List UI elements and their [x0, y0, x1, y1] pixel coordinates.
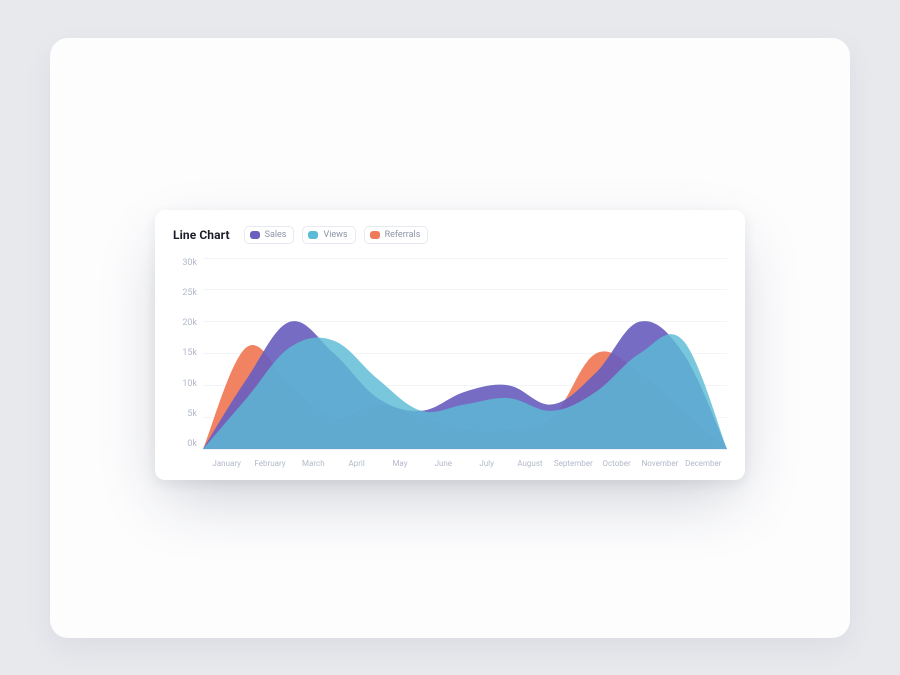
swatch-icon: [250, 231, 260, 239]
x-tick: August: [508, 459, 551, 468]
x-tick: November: [638, 459, 681, 468]
y-tick: 20k: [173, 318, 197, 328]
x-tick: September: [552, 459, 595, 468]
x-tick: July: [465, 459, 508, 468]
legend: Sales Views Referrals: [244, 226, 429, 244]
plot-area: [203, 258, 727, 450]
x-tick: June: [422, 459, 465, 468]
legend-label: Sales: [265, 230, 287, 240]
plot-main: January February March April May June Ju…: [203, 258, 727, 468]
plot: 30k 25k 20k 15k 10k 5k 0k: [173, 258, 727, 468]
x-tick: January: [205, 459, 248, 468]
card-header: Line Chart Sales Views Referrals: [173, 226, 727, 244]
x-tick: December: [682, 459, 725, 468]
x-tick: October: [595, 459, 638, 468]
y-tick: 25k: [173, 288, 197, 298]
swatch-icon: [370, 231, 380, 239]
legend-item-referrals[interactable]: Referrals: [364, 226, 429, 244]
x-axis: January February March April May June Ju…: [203, 450, 727, 468]
x-tick: March: [292, 459, 335, 468]
x-tick: May: [378, 459, 421, 468]
legend-label: Referrals: [385, 230, 421, 240]
chart-card: Line Chart Sales Views Referrals 30k: [155, 210, 745, 480]
y-axis: 30k 25k 20k 15k 10k 5k 0k: [173, 258, 203, 468]
canvas-stage: Line Chart Sales Views Referrals 30k: [50, 38, 850, 638]
card-title: Line Chart: [173, 228, 230, 242]
y-tick: 15k: [173, 348, 197, 358]
swatch-icon: [308, 231, 318, 239]
chart-svg: [203, 258, 727, 449]
legend-label: Views: [323, 230, 347, 240]
y-tick: 10k: [173, 379, 197, 389]
legend-item-sales[interactable]: Sales: [244, 226, 295, 244]
legend-item-views[interactable]: Views: [302, 226, 355, 244]
x-tick: February: [248, 459, 291, 468]
y-tick: 30k: [173, 258, 197, 268]
y-tick: 5k: [173, 409, 197, 419]
y-tick: 0k: [173, 439, 197, 449]
x-tick: April: [335, 459, 378, 468]
